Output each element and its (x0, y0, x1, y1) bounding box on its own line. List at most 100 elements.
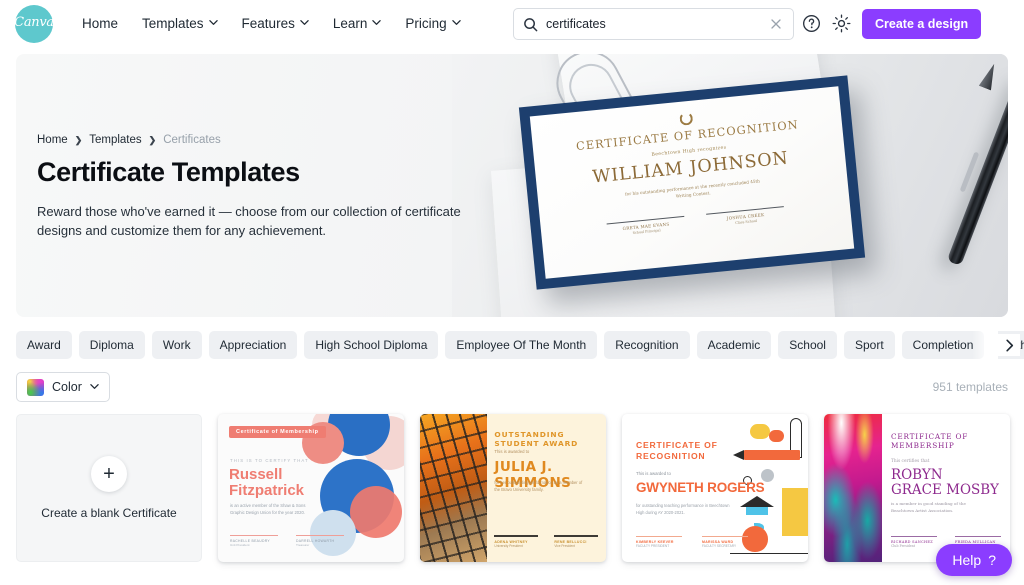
search-input[interactable] (546, 17, 768, 31)
breadcrumb-separator-icon: ❯ (74, 134, 83, 145)
breadcrumb-item-templates[interactable]: Templates (89, 134, 141, 146)
question-mark-icon: ? (988, 552, 996, 568)
signature-role: FACULTY SECRETARY (702, 544, 737, 548)
nav-label-learn: Learn (332, 16, 368, 31)
help-icon[interactable] (801, 13, 822, 34)
chips-next-arrow-icon[interactable] (998, 334, 1020, 356)
signature-line (890, 536, 937, 537)
pen-illustration (946, 73, 1008, 266)
signature-line (636, 535, 682, 537)
graduation-cap-base (746, 507, 768, 515)
signature-role: Treasurer (296, 543, 310, 547)
chip-diploma[interactable]: Diploma (78, 331, 145, 359)
template-grid: + Create a blank Certificate Certificate… (0, 402, 1024, 562)
nav-label-pricing: Pricing (405, 16, 447, 31)
card-recipient-last: Fitzpatrick (229, 481, 305, 499)
search-icon (523, 17, 538, 32)
speech-bubble-icon (769, 430, 784, 442)
signature-block: RACHELLE BEAUDRY Unit President (230, 535, 278, 547)
chip-appreciation[interactable]: Appreciation (208, 331, 298, 359)
architecture-photo-art (420, 414, 487, 562)
signature-block: MARISSA WARD FACULTY SECRETARY (702, 535, 748, 548)
card-ribbon-title: Certificate of Membership (229, 426, 326, 438)
color-swatch-icon (27, 378, 44, 396)
create-a-design-button[interactable]: Create a design (862, 9, 982, 39)
signature-line (702, 535, 748, 537)
chip-completion[interactable]: Completion (901, 331, 985, 359)
signature-role: University President (494, 544, 523, 548)
nav-label-templates: Templates (142, 16, 204, 31)
graduation-cap-icon (740, 496, 774, 507)
chip-award[interactable]: Award (16, 331, 72, 359)
signature-block: GRETA MAE EVANS School Principal (606, 215, 685, 238)
hero-banner: CERTIFICATE OF RECOGNITION Beechtown Hig… (16, 54, 1008, 317)
signature-line (230, 535, 278, 536)
chip-work[interactable]: Work (151, 331, 202, 359)
card-kicker: This certifies that (890, 459, 930, 464)
card-body-text: for outstanding teaching performance in … (636, 503, 730, 516)
breadcrumb: Home ❯ Templates ❯ Certificates (37, 134, 461, 146)
chevron-down-icon (300, 18, 309, 27)
chevron-down-icon (372, 18, 382, 27)
plus-icon[interactable]: + (91, 456, 127, 492)
signature-role: Club President (890, 544, 915, 548)
chip-recognition[interactable]: Recognition (604, 331, 690, 359)
gear-icon[interactable] (831, 13, 852, 34)
results-count: 951 templates (932, 380, 1008, 394)
signature-line (954, 536, 1001, 537)
nav-item-templates[interactable]: Templates (130, 10, 230, 37)
card-recipient-first: ROBYN (890, 467, 943, 483)
main-nav: Home Templates Features Learn Pricing (70, 10, 473, 37)
card-kicker: THIS IS TO CERTIFY THAT (230, 458, 309, 463)
canva-logo[interactable]: Canva (14, 4, 54, 43)
card-signatures: RACHELLE BEAUDRY Unit President DARRELL … (230, 535, 344, 547)
card-title: OUTSTANDING STUDENT AWARD (494, 430, 579, 448)
signature-role: Unit President (230, 543, 250, 547)
chip-academic[interactable]: Academic (696, 331, 772, 359)
signature-line (296, 535, 344, 536)
signature-block: DARRELL HOWARTH Treasurer (296, 535, 344, 547)
breadcrumb-item-certificates: Certificates (163, 134, 221, 146)
template-card-julia-simmons[interactable]: OUTSTANDING STUDENT AWARD This is awarde… (420, 414, 606, 562)
signature-line (494, 535, 539, 537)
signature-role: Vice President (554, 544, 575, 548)
category-chips-row[interactable]: Award Diploma Work Appreciation High Sch… (0, 331, 1024, 359)
template-card-russell-fitzpatrick[interactable]: Certificate of Membership THIS IS TO CER… (218, 414, 404, 562)
chip-sport[interactable]: Sport (843, 331, 895, 359)
help-floating-button[interactable]: Help ? (936, 544, 1012, 576)
speech-bubble-icon (750, 424, 770, 439)
card-recipient-last: GRACE MOSBY (890, 482, 999, 499)
nav-label-home: Home (82, 16, 119, 31)
nav-item-pricing[interactable]: Pricing (393, 10, 472, 37)
create-blank-certificate-card[interactable]: + Create a blank Certificate (16, 414, 202, 562)
breadcrumb-separator-icon: ❯ (148, 134, 157, 145)
nav-item-features[interactable]: Features (230, 10, 321, 37)
card-recipient-name: Russell Fitzpatrick (229, 467, 304, 499)
chip-high-school-diploma[interactable]: High School Diploma (304, 331, 439, 359)
template-card-gwyneth-rogers[interactable]: CERTIFICATE OF RECOGNITION This is award… (622, 414, 808, 562)
signature-block: RICHARD SANCHEZ Club President (890, 536, 937, 548)
breadcrumb-item-home[interactable]: Home (37, 134, 68, 146)
card-body-text: is a member in good standing of the Beac… (890, 501, 966, 514)
nav-item-learn[interactable]: Learn (321, 10, 394, 37)
card-kicker: This is awarded to (494, 449, 530, 454)
clear-search-icon[interactable] (768, 16, 784, 32)
card-kicker: This is awarded to (636, 471, 671, 476)
chevron-down-icon (90, 382, 99, 391)
card-title: CERTIFICATE OF RECOGNITION (636, 440, 718, 463)
template-card-robyn-grace-mosby[interactable]: CERTIFICATE OF MEMBERSHIP This certifies… (824, 414, 1010, 562)
chip-employee-of-the-month[interactable]: Employee Of The Month (445, 331, 598, 359)
card-title-line2: RECOGNITION (636, 451, 706, 462)
hero-cert-signatures: GRETA MAE EVANS School Principal JOSHUA … (606, 205, 785, 238)
pen-tip (979, 61, 1000, 90)
page-title: Certificate Templates (37, 157, 300, 187)
book-icon (782, 488, 808, 536)
canva-logo-text: Canva (14, 15, 54, 30)
chip-school[interactable]: School (778, 331, 837, 359)
card-body-text: for her outstanding performance as a mem… (494, 480, 583, 492)
signature-block: JOSHUA CREEK Class School (705, 205, 785, 228)
search-bar[interactable] (513, 8, 794, 40)
color-filter-button[interactable]: Color (16, 372, 110, 402)
signature-block: KIMBERLY KEEVER FACULTY PRESIDENT (636, 535, 682, 548)
nav-item-home[interactable]: Home (70, 10, 130, 37)
